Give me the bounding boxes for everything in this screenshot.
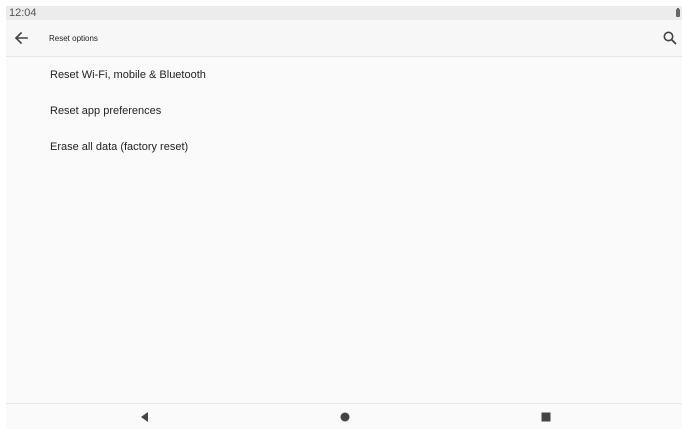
reset-app-preferences-option[interactable]: Reset app preferences xyxy=(6,93,682,129)
status-bar: 12:04 xyxy=(6,6,682,20)
nav-recents-icon[interactable] xyxy=(538,409,554,425)
reset-options-list: Reset Wi-Fi, mobile & Bluetooth Reset ap… xyxy=(6,57,682,165)
nav-back-icon[interactable] xyxy=(137,409,153,425)
battery-icon xyxy=(676,8,680,17)
search-icon[interactable] xyxy=(661,29,679,47)
reset-network-option[interactable]: Reset Wi-Fi, mobile & Bluetooth xyxy=(6,57,682,93)
status-time: 12:04 xyxy=(9,7,37,19)
arrow-back-icon[interactable] xyxy=(11,28,31,48)
nav-home-icon[interactable] xyxy=(337,409,353,425)
app-toolbar: Reset options xyxy=(6,20,682,57)
navigation-bar xyxy=(6,403,682,429)
factory-reset-option[interactable]: Erase all data (factory reset) xyxy=(6,129,682,165)
page-title: Reset options xyxy=(49,34,98,43)
device-screen: 12:04 Reset options Reset Wi-Fi, mobile … xyxy=(6,6,682,429)
